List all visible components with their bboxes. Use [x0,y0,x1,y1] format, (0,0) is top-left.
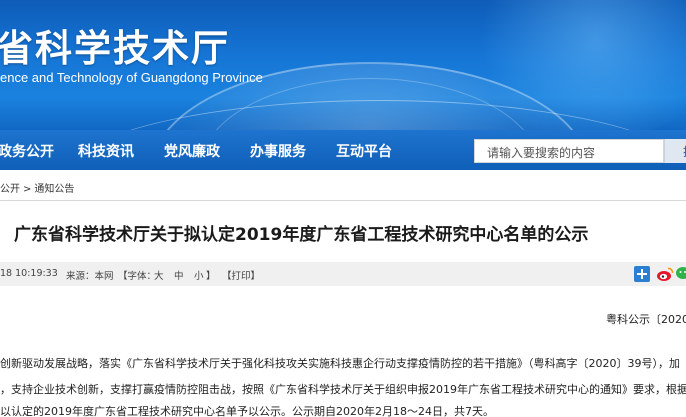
body-paragraph-line: ，支持企业技术创新，支撑打赢疫情防控阻击战，按照《广东省科学技术厅关于组织申报2… [0,383,686,396]
font-large-link[interactable]: 大 [154,268,164,282]
font-size-close: 】 [206,271,216,282]
breadcrumb-separator: > [23,184,32,195]
breadcrumb-parent[interactable]: 公开 [0,184,20,195]
breadcrumb-current[interactable]: 通知公告 [34,184,74,195]
publish-date: 18 10:19:33 [0,268,58,279]
nav-item-public-affairs[interactable]: 政务公开 [0,141,54,161]
nav-item-tech-news[interactable]: 科技资讯 [78,141,134,161]
search-input[interactable]: 请输入要搜索的内容 [474,139,664,163]
nav-item-services[interactable]: 办事服务 [250,141,306,161]
breadcrumb: 公开 > 通知公告 [0,180,74,195]
site-subtitle: ence and Technology of Guangdong Provinc… [0,70,263,85]
divider [0,200,686,201]
font-medium-link[interactable]: 中 [174,268,184,282]
font-small-link[interactable]: 小 [194,268,204,282]
weibo-icon[interactable] [656,266,674,282]
nav-item-integrity[interactable]: 党风廉政 [164,141,220,161]
site-title: 省科学技术厅 [0,27,230,70]
font-size-label: 【字体： [118,271,157,282]
body-paragraph-line: 以认定的2019年度广东省工程技术研究中心名单予以公示。公示期自2020年2月1… [0,405,494,417]
document-number: 粤科公示〔2020 [606,313,686,326]
print-link[interactable]: 【打印】 [222,268,260,282]
wechat-icon[interactable] [676,266,686,282]
nav-item-interaction[interactable]: 互动平台 [336,141,392,161]
body-paragraph-line: 创新驱动发展战略，落实《广东省科学技术厅关于强化科技攻关实施科技惠企行动支撑疫情… [0,357,680,370]
add-share-icon[interactable] [634,266,650,282]
article-title: 广东省科学技术厅关于拟认定2019年度广东省工程技术研究中心名单的公示 [14,225,589,245]
search-button[interactable]: 搜 [664,139,686,163]
header-banner: 省科学技术厅 ence and Technology of Guangdong … [0,0,686,130]
article-source: 来源：本网 [66,271,114,282]
